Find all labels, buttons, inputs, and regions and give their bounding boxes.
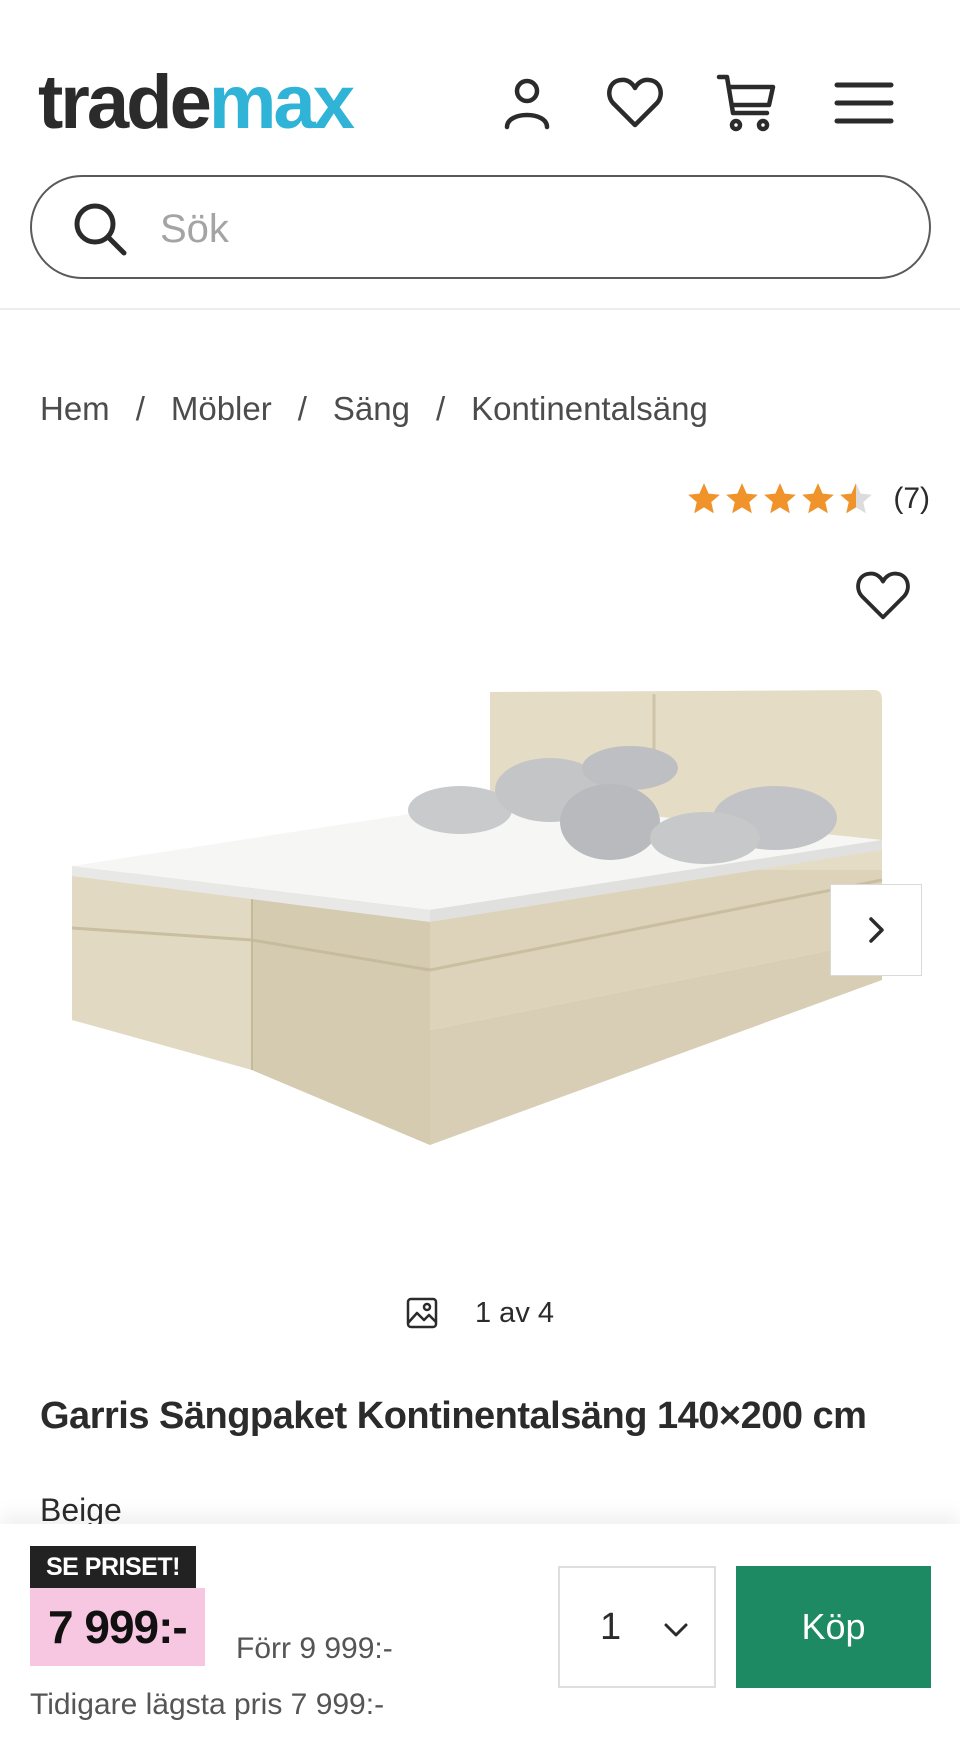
previous-price: Förr 9 999:- bbox=[236, 1632, 393, 1665]
breadcrumb: Hem / Möbler / Säng / Kontinentalsäng bbox=[40, 390, 708, 428]
buy-button[interactable]: Köp bbox=[736, 1566, 931, 1688]
breadcrumb-separator: / bbox=[135, 390, 145, 427]
cart-icon[interactable] bbox=[714, 70, 780, 136]
star-full-icon bbox=[726, 483, 759, 514]
chevron-right-icon bbox=[869, 917, 884, 943]
quantity-value: 1 bbox=[600, 1605, 622, 1648]
rating-stars bbox=[685, 480, 875, 518]
sticky-purchase-bar: SE PRISET! 7 999:- Förr 9 999:- Tidigare… bbox=[0, 1524, 960, 1761]
logo-text-trade: trade bbox=[38, 60, 212, 145]
gallery-counter-text: 1 av 4 bbox=[475, 1296, 554, 1329]
quantity-select[interactable]: 1 bbox=[558, 1566, 716, 1688]
breadcrumb-item-mobler[interactable]: Möbler bbox=[171, 390, 272, 428]
breadcrumb-item-hem[interactable]: Hem bbox=[40, 390, 110, 428]
lowest-price-note: Tidigare lägsta pris 7 999:- bbox=[30, 1688, 385, 1721]
campaign-badge: SE PRISET! bbox=[30, 1546, 196, 1588]
breadcrumb-item-kontinentalsang[interactable]: Kontinentalsäng bbox=[471, 390, 708, 428]
current-price: 7 999:- bbox=[30, 1588, 205, 1666]
rating-count[interactable]: (7) bbox=[893, 482, 930, 516]
search-bar[interactable] bbox=[30, 175, 931, 279]
logo-text-max: max bbox=[208, 60, 355, 145]
breadcrumb-separator: / bbox=[297, 390, 307, 427]
gallery-counter[interactable]: 1 av 4 bbox=[405, 1296, 554, 1330]
product-image-bed[interactable] bbox=[70, 670, 900, 1180]
star-full-icon bbox=[764, 483, 797, 514]
image-icon bbox=[406, 1297, 438, 1329]
chevron-down-icon bbox=[664, 1623, 688, 1637]
star-half-icon bbox=[840, 483, 873, 514]
heart-icon[interactable] bbox=[602, 70, 668, 136]
star-full-icon bbox=[688, 483, 721, 514]
breadcrumb-separator: / bbox=[435, 390, 446, 427]
product-rating[interactable]: (7) bbox=[685, 480, 930, 518]
add-to-wishlist-heart-icon[interactable] bbox=[852, 565, 914, 627]
product-title: Garris Sängpaket Kontinentalsäng 140×200… bbox=[40, 1395, 867, 1437]
trademax-logo[interactable]: trademax bbox=[38, 58, 355, 148]
gallery-next-button[interactable] bbox=[830, 884, 922, 976]
breadcrumb-item-sang[interactable]: Säng bbox=[333, 390, 410, 428]
menu-icon[interactable] bbox=[830, 70, 896, 136]
star-full-icon bbox=[802, 483, 835, 514]
search-input[interactable] bbox=[160, 199, 880, 259]
user-icon[interactable] bbox=[494, 70, 560, 136]
site-header: trademax bbox=[0, 0, 960, 310]
search-icon bbox=[74, 203, 127, 256]
